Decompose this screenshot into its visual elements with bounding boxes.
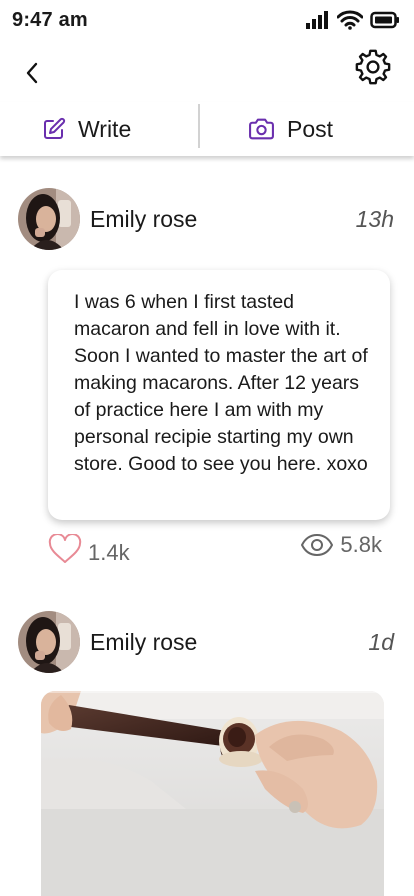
status-bar: 9:47 am (0, 0, 414, 44)
back-button[interactable] (18, 58, 46, 88)
post-button[interactable]: Post (248, 102, 333, 156)
status-icons (306, 10, 400, 30)
post-author[interactable]: Emily rose (90, 629, 197, 656)
post-author[interactable]: Emily rose (90, 206, 197, 233)
feed: Emily rose 13h I was 6 when I first tast… (0, 156, 414, 896)
write-label: Write (78, 115, 132, 142)
post-text: I was 6 when I first tasted macaron and … (74, 291, 368, 475)
settings-button[interactable] (354, 48, 392, 86)
write-button[interactable]: Write (42, 102, 131, 156)
eye-icon (301, 534, 334, 556)
post-header: Emily rose 1d (0, 611, 414, 675)
post-photo[interactable] (41, 691, 384, 896)
post-label: Post (287, 115, 334, 142)
post-time: 1d (368, 629, 394, 655)
post-time: 13h (355, 206, 394, 232)
edit-icon (44, 117, 66, 139)
post-header: Emily rose 13h (0, 188, 414, 252)
cellular-signal-icon (306, 11, 328, 29)
nav-bar (0, 44, 414, 102)
views-count: 5.8k (340, 532, 382, 557)
macaron-piping-photo (41, 691, 384, 896)
chevron-left-icon (26, 62, 38, 84)
avatar[interactable] (18, 611, 80, 673)
action-divider (198, 104, 200, 148)
avatar[interactable] (18, 188, 80, 250)
likes-count: 1.4k (88, 540, 130, 565)
camera-icon (249, 118, 274, 140)
status-time: 9:47 am (12, 9, 88, 31)
like-button[interactable]: 1.4k (48, 532, 130, 566)
post-text-card: I was 6 when I first tasted macaron and … (48, 270, 390, 520)
gear-icon (355, 49, 391, 85)
compose-action-bar: Write Post (0, 102, 414, 156)
heart-icon (48, 534, 82, 563)
post-stats: 1.4k 5.8k (0, 532, 414, 572)
views-stat: 5.8k (300, 532, 382, 558)
wifi-icon (337, 10, 363, 30)
battery-icon (370, 11, 399, 29)
